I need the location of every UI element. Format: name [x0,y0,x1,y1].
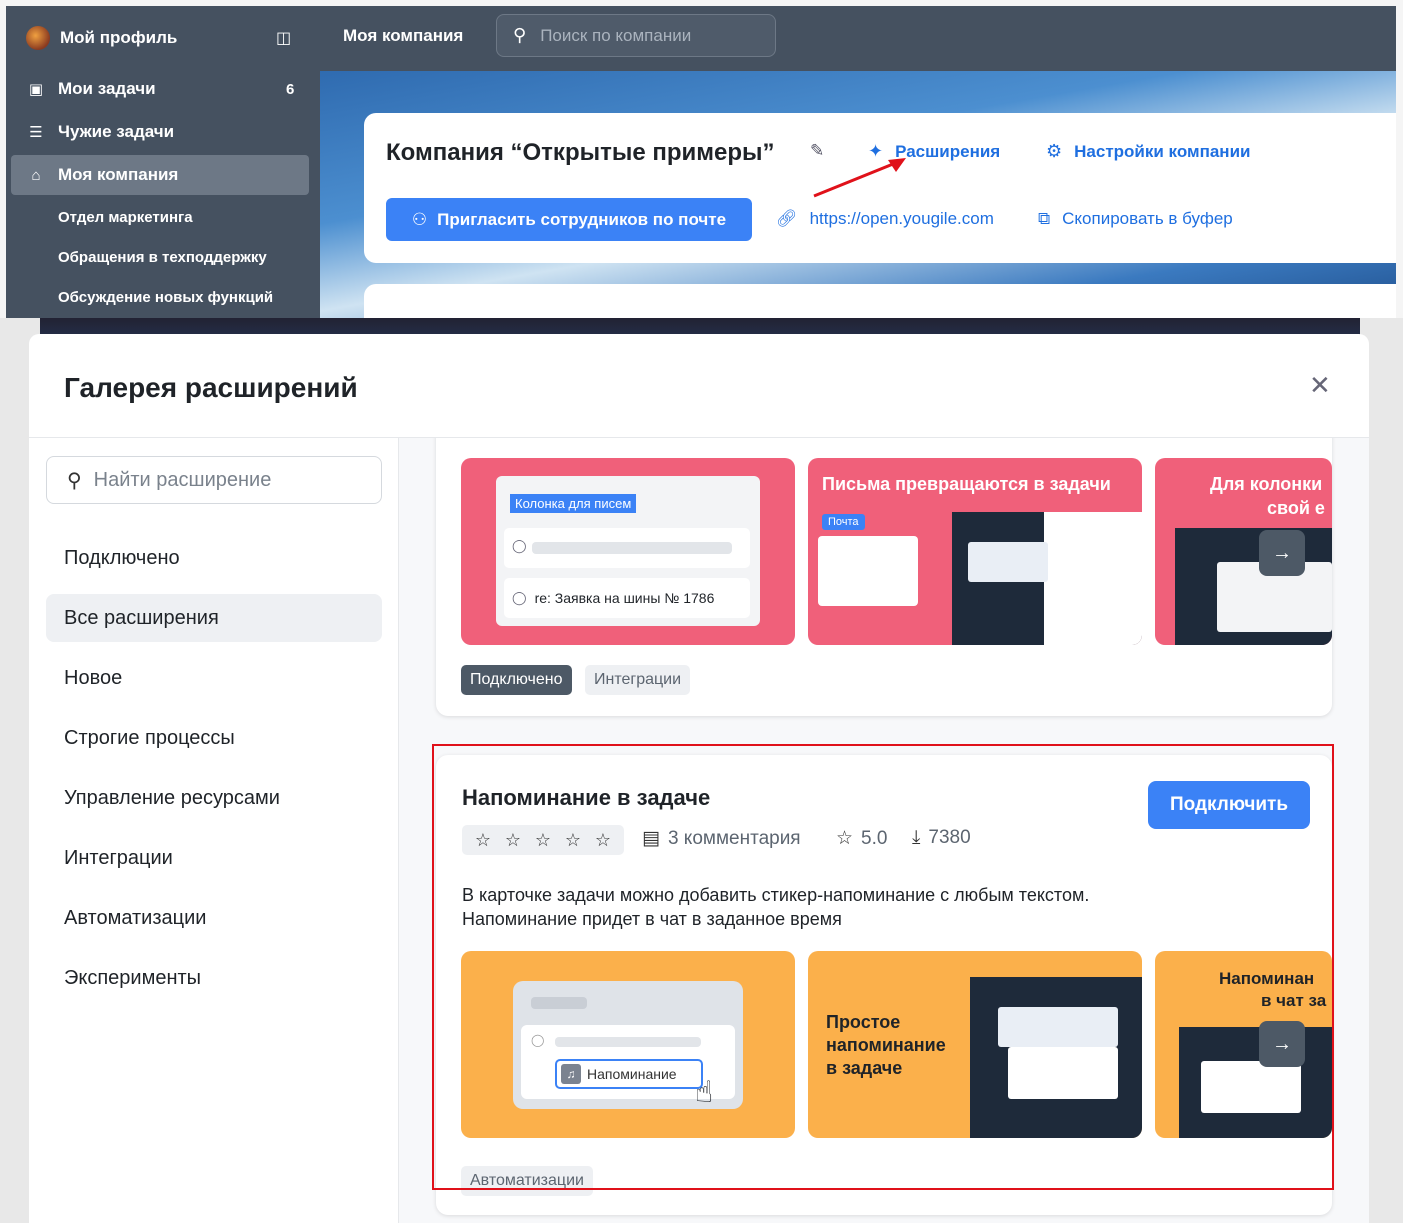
avatar [26,26,50,50]
sidebar-item-others-tasks[interactable]: ☰ Чужие задачи [6,112,320,152]
list-icon: ☰ [29,124,43,141]
gear-icon: ⚙ [1046,141,1063,161]
sidebar: Мой профиль ◫ ▣ Мои задачи 6 ☰ Чужие зад… [6,6,320,318]
company-settings-link[interactable]: ⚙ Настройки компании [1046,141,1250,162]
search-placeholder: Поиск по компании [540,25,692,45]
invite-button-label: Пригласить сотрудников по почте [437,209,727,229]
company-search-input[interactable]: ⚲ Поиск по компании [496,14,776,57]
search-icon: ⚲ [513,25,527,45]
preview-slide[interactable]: Для колонки свой е → [1155,458,1332,645]
sidebar-item-label: Мои задачи [58,79,156,98]
search-placeholder: Найти расширение [93,468,272,491]
slide-title: Для колонки [1210,474,1323,494]
mock-column: Колонка для писем ◯ ◯ re: Заявка на шины… [496,476,760,626]
header-title: Моя компания [343,26,464,45]
profile-row[interactable]: Мой профиль ◫ [6,18,320,58]
invite-by-email-button[interactable]: ⚇ Пригласить сотрудников по почте [386,198,752,241]
copy-icon: ⧉ [1038,209,1051,228]
category-connected[interactable]: Подключено [46,534,382,582]
category-all[interactable]: Все расширения [46,594,382,642]
category-strict-processes[interactable]: Строгие процессы [46,714,382,762]
link-icon: 🔗︎ [776,209,798,228]
annotation-arrow [813,158,906,198]
project-marketing[interactable]: Отдел маркетинга [58,209,193,226]
category-automations[interactable]: Автоматизации [46,894,382,942]
category-integrations[interactable]: Интеграции [46,834,382,882]
close-icon[interactable]: ✕ [1309,370,1331,401]
settings-link-label: Настройки компании [1074,141,1251,161]
company-url-link[interactable]: 🔗︎ https://open.yougile.com [776,209,994,229]
category-resource-management[interactable]: Управление ресурсами [46,774,382,822]
top-screenshot: Мой профиль ◫ ▣ Мои задачи 6 ☰ Чужие зад… [0,0,1403,318]
preview-slide[interactable]: Колонка для писем ◯ ◯ re: Заявка на шины… [461,458,795,645]
panel-toggle-icon[interactable]: ◫ [276,28,291,48]
sidebar-item-label: Чужие задачи [58,122,175,141]
tag-connected: Подключено [461,665,572,695]
extension-search-input[interactable]: ⚲ Найти расширение [46,456,382,504]
tag-integrations: Интеграции [585,665,691,695]
extension-card-email: Колонка для писем ◯ ◯ re: Заявка на шины… [436,438,1332,716]
slide-title: свой е [1267,498,1325,518]
sidebar-item-label: Моя компания [58,165,179,184]
slide-badge: Почта [822,514,865,530]
category-new[interactable]: Новое [46,654,382,702]
mock-task-title: re: Заявка на шины № 1786 [534,590,715,606]
task-count-badge: 6 [286,80,295,98]
highlight-frame [432,744,1334,1190]
company-card-secondary [364,284,1396,318]
sidebar-item-my-tasks[interactable]: ▣ Мои задачи 6 [6,69,320,109]
modal-title: Галерея расширений [64,372,358,403]
next-slide-arrow-icon[interactable]: → [1259,530,1305,576]
company-url: https://open.yougile.com [809,209,994,228]
company-title: Компания “Открытые примеры” [386,139,775,166]
profile-label: Мой профиль [60,28,178,47]
copy-to-clipboard-link[interactable]: ⧉ Скопировать в буфер [1038,209,1233,229]
project-new-features[interactable]: Обсуждение новых функций [58,289,273,306]
preview-slide[interactable]: Письма превращаются в задачи Почта [808,458,1142,645]
copy-link-label: Скопировать в буфер [1062,209,1233,228]
add-user-icon: ⚇ [411,209,428,229]
top-header: Моя компания ⚲ Поиск по компании [320,6,1396,71]
category-experiments[interactable]: Эксперименты [46,954,382,1002]
sidebar-item-my-company[interactable]: ⌂ Моя компания [6,155,320,195]
tasks-icon: ▣ [28,81,44,98]
search-icon: ⚲ [67,469,82,492]
mock-task: ◯ re: Заявка на шины № 1786 [504,578,750,618]
mock-task: ◯ [504,528,750,568]
project-support[interactable]: Обращения в техподдержку [58,249,267,266]
briefcase-icon: ⌂ [31,166,41,184]
mock-column-label: Колонка для писем [510,494,637,513]
slide-title: Письма превращаются в задачи [822,474,1111,494]
